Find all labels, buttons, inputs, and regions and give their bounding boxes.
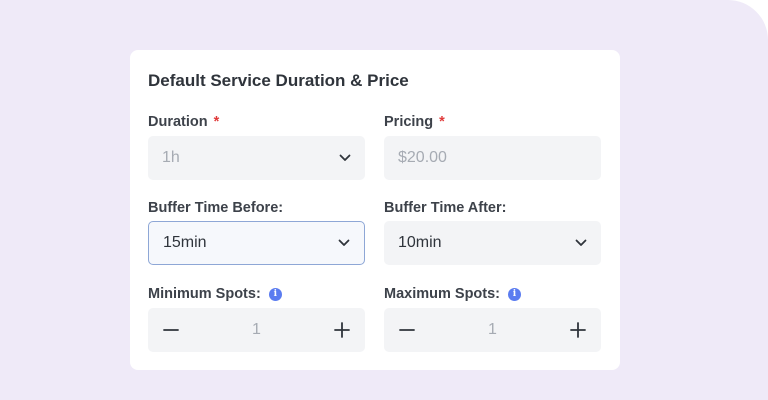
buffer-before-label-text: Buffer Time Before: <box>148 200 284 216</box>
buffer-before-select[interactable]: 15min <box>148 221 365 265</box>
pricing-value: $20.00 <box>398 149 447 166</box>
maximum-spots-stepper: 1 <box>384 308 601 352</box>
maximum-spots-value: 1 <box>488 321 497 338</box>
info-icon[interactable]: i <box>268 287 282 301</box>
pricing-input[interactable]: $20.00 <box>384 136 601 180</box>
plus-icon <box>334 322 350 338</box>
pricing-label-text: Pricing <box>384 114 434 130</box>
buffer-before-value: 15min <box>163 234 207 251</box>
minimum-spots-label: Minimum Spots: i <box>148 286 282 302</box>
buffer-before-label: Buffer Time Before: <box>148 200 283 216</box>
duration-label-text: Duration <box>148 114 208 130</box>
chevron-down-icon <box>575 239 587 246</box>
required-marker: * <box>213 114 220 130</box>
maximum-spots-label: Maximum Spots: i <box>384 286 522 302</box>
minimum-spots-value: 1 <box>252 321 261 338</box>
card-title: Default Service Duration & Price <box>148 71 409 90</box>
pricing-label: Pricing * <box>384 114 445 130</box>
duration-value: 1h <box>162 149 180 166</box>
increment-button[interactable] <box>569 321 587 339</box>
maximum-spots-label-text: Maximum Spots: <box>384 286 501 302</box>
plus-icon <box>570 322 586 338</box>
chevron-down-icon <box>339 154 351 161</box>
minimum-spots-label-text: Minimum Spots: <box>148 286 261 302</box>
minus-icon <box>399 329 415 331</box>
minus-icon <box>163 329 179 331</box>
decrement-button[interactable] <box>398 321 416 339</box>
increment-button[interactable] <box>333 321 351 339</box>
buffer-after-select[interactable]: 10min <box>384 221 601 265</box>
buffer-after-label-text: Buffer Time After: <box>384 200 507 216</box>
chevron-down-icon <box>338 239 350 246</box>
info-icon[interactable]: i <box>508 287 522 301</box>
duration-label: Duration * <box>148 114 219 130</box>
buffer-after-label: Buffer Time After: <box>384 200 506 216</box>
required-marker: * <box>439 114 445 130</box>
decrement-button[interactable] <box>162 321 180 339</box>
minimum-spots-stepper: 1 <box>148 308 365 352</box>
service-duration-price-card: Default Service Duration & Price Duratio… <box>130 50 620 370</box>
duration-select[interactable]: 1h <box>148 136 365 180</box>
buffer-after-value: 10min <box>398 234 442 251</box>
